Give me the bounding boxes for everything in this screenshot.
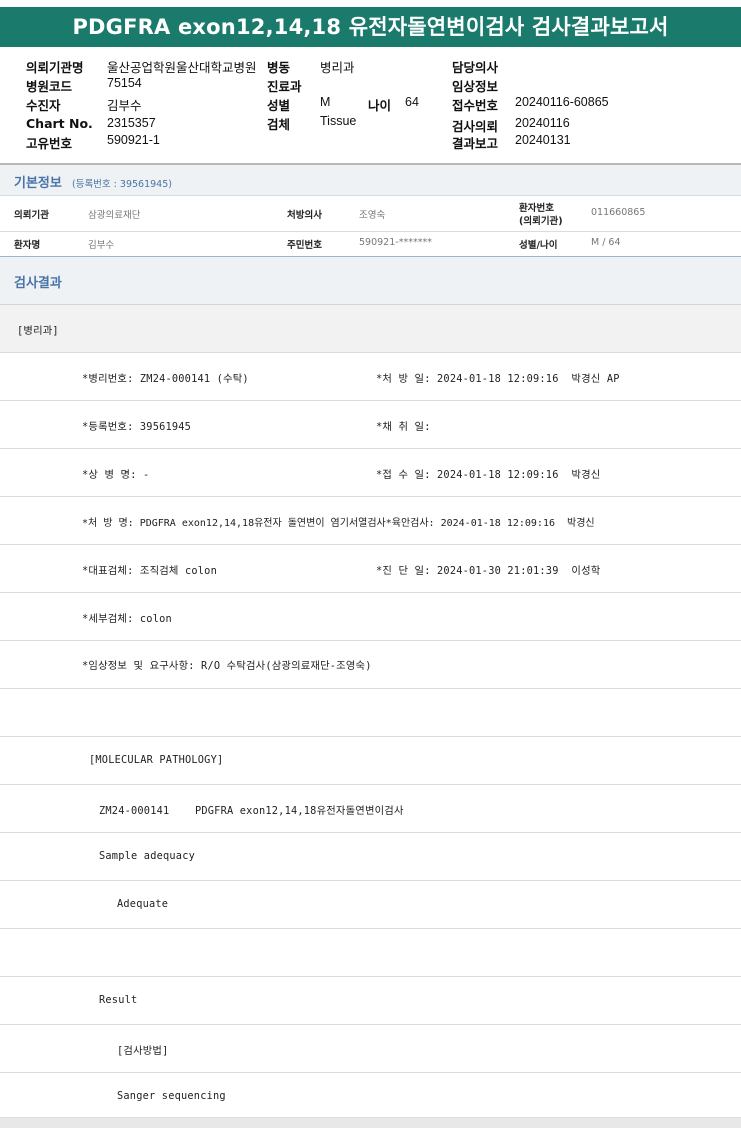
molecular-heading: [MOLECULAR PATHOLOGY]	[89, 754, 224, 766]
basic-info-row: 의뢰기관 삼광의료재단 처방의사 조영숙 환자번호 (의뢰기관) 0116608…	[0, 196, 741, 232]
sample-adequacy-value: Adequate	[117, 898, 169, 910]
chart-no-label: Chart No.	[26, 116, 93, 131]
result-line-right: *처 방 일: 2024-01-18 12:09:16 박경신 AP	[376, 373, 620, 385]
ward-value: 병리과	[320, 61, 355, 75]
molecular-test-line: ZM24-000141 PDGFRA exon12,14,18유전자돌연변이검사	[99, 805, 404, 817]
result-row: *임상정보 및 요구사항: R/O 수탁검사(삼광의료재단-조영숙)	[0, 641, 741, 689]
age-value: 64	[405, 95, 419, 109]
reception-no-label: 접수번호	[452, 98, 499, 113]
test-method-heading: [검사방법]	[117, 1045, 169, 1057]
recipient-value: 김부수	[107, 99, 142, 113]
result-line-right: *접 수 일: 2024-01-18 12:09:16 박경신	[376, 469, 601, 481]
basic-info-title: 기본정보	[14, 176, 62, 191]
result-line-left: *세부검체: colon	[82, 613, 172, 625]
prescribing-doctor-value: 조영숙	[359, 210, 386, 221]
result-row: *대표검체: 조직검체 colon *진 단 일: 2024-01-30 21:…	[0, 545, 741, 593]
report-date-value: 20240131	[515, 133, 571, 147]
recipient-label: 수진자	[26, 98, 61, 113]
doctor-label: 담당의사	[452, 60, 499, 75]
patient-name-value: 김부수	[88, 240, 115, 251]
request-date-value: 20240116	[515, 116, 570, 130]
result-row: Sanger sequencing	[0, 1073, 741, 1118]
unique-no-label: 고유번호	[26, 136, 73, 151]
result-line-left: *대표검체: 조직검체 colon	[82, 565, 217, 577]
result-line-right: *진 단 일: 2024-01-30 21:01:39 이성학	[376, 565, 601, 577]
reception-no-value: 20240116-60865	[515, 95, 609, 109]
basic-info-reg-note: (등록번호 : 39561945)	[72, 179, 172, 190]
result-line-left: *임상정보 및 요구사항: R/O 수탁검사(삼광의료재단-조영숙)	[82, 660, 372, 672]
report-date-label: 결과보고	[452, 136, 499, 151]
sex-label: 성별	[267, 98, 291, 113]
sex-age-label: 성별/나이	[519, 240, 558, 251]
result-row: [MOLECULAR PATHOLOGY]	[0, 737, 741, 785]
institution-value: 울산공업학원울산대학교병원	[107, 61, 257, 75]
hospital-code-value: 75154	[107, 76, 142, 90]
result-row: *등록번호: 39561945 *채 취 일:	[0, 401, 741, 449]
result-row: Sample adequacy	[0, 833, 741, 881]
results-title: 검사결과	[14, 276, 62, 291]
result-row: [병리과]	[0, 305, 741, 353]
patient-number-value: 011660865	[591, 207, 646, 218]
chart-no-value: 2315357	[107, 116, 156, 130]
age-label: 나이	[368, 98, 392, 113]
patient-name-label: 환자명	[14, 240, 41, 251]
result-line-left: *병리번호: ZM24-000141 (수탁)	[82, 373, 249, 385]
result-line-left: *처 방 명: PDGFRA exon12,14,18유전자 돌연변이 염기서열…	[82, 518, 595, 529]
patient-number-label-sub: (의뢰기관)	[519, 216, 563, 227]
sample-adequacy-label: Sample adequacy	[99, 850, 195, 862]
referring-institution-value: 삼광의료재단	[88, 210, 141, 221]
result-row: Adequate	[0, 881, 741, 929]
result-row: *세부검체: colon	[0, 593, 741, 641]
institution-label: 의뢰기관명	[26, 60, 84, 75]
specimen-label: 검체	[267, 117, 291, 132]
referring-institution-label: 의뢰기관	[14, 210, 49, 221]
patient-number-label: 환자번호	[519, 203, 554, 214]
result-row-empty	[0, 929, 741, 977]
result-line-left: *등록번호: 39561945	[82, 421, 192, 433]
prescribing-doctor-label: 처방의사	[287, 210, 322, 221]
report-title: PDGFRA exon12,14,18 유전자돌연변이검사 검사결과보고서	[0, 7, 741, 47]
result-row: [검사방법]	[0, 1025, 741, 1073]
result-label: Result	[99, 994, 138, 1006]
department-tag: [병리과]	[17, 325, 59, 337]
test-method-value: Sanger sequencing	[117, 1090, 226, 1102]
basic-info-row: 환자명 김부수 주민번호 590921-******* 성별/나이 M / 64	[0, 232, 741, 256]
hospital-code-label: 병원코드	[26, 79, 73, 94]
result-row: *병리번호: ZM24-000141 (수탁) *처 방 일: 2024-01-…	[0, 353, 741, 401]
bottom-scroll-area	[0, 1118, 741, 1128]
unique-no-value: 590921-1	[107, 133, 160, 147]
result-row: Result	[0, 977, 741, 1025]
results-header	[0, 257, 741, 305]
clinical-info-label: 임상정보	[452, 79, 499, 94]
result-row-empty	[0, 689, 741, 737]
department-label: 진료과	[267, 79, 302, 94]
sex-value: M	[320, 95, 331, 109]
ward-label: 병동	[267, 60, 291, 75]
sex-age-value: M / 64	[591, 237, 621, 248]
result-line-right: *채 취 일:	[376, 421, 431, 433]
result-row: *상 병 명: - *접 수 일: 2024-01-18 12:09:16 박경…	[0, 449, 741, 497]
resident-number-value: 590921-*******	[359, 237, 432, 248]
result-line-left: *상 병 명: -	[82, 469, 150, 481]
specimen-value: Tissue	[320, 114, 357, 128]
result-row: ZM24-000141 PDGFRA exon12,14,18유전자돌연변이검사	[0, 785, 741, 833]
result-row: *처 방 명: PDGFRA exon12,14,18유전자 돌연변이 염기서열…	[0, 497, 741, 545]
resident-number-label: 주민번호	[287, 240, 322, 251]
